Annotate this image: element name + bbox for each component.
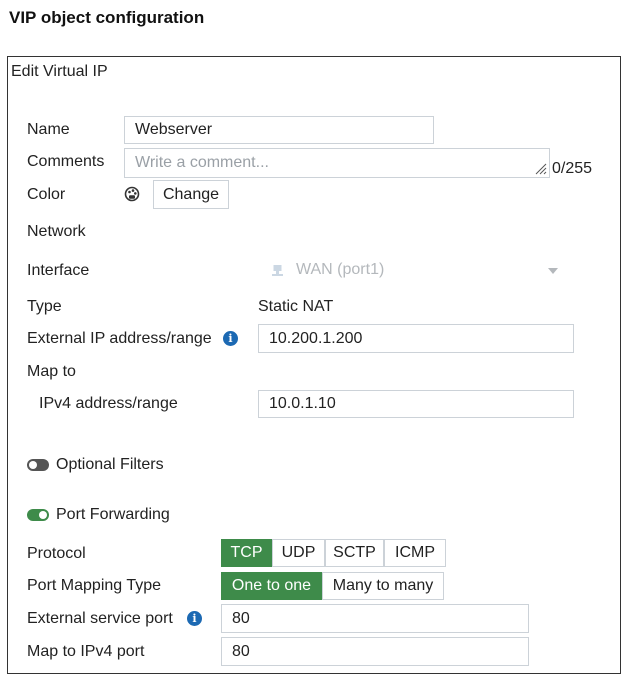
color-label: Color (27, 186, 66, 203)
name-input[interactable]: Webserver (124, 116, 434, 144)
name-label: Name (27, 121, 70, 138)
external-ip-value: 10.200.1.200 (269, 329, 363, 347)
protocol-sctp-button[interactable]: SCTP (325, 539, 384, 567)
map-to-ipv4-port-input[interactable]: 80 (221, 637, 529, 666)
panel-title: Edit Virtual IP (11, 63, 108, 80)
comments-counter: 0/255 (552, 160, 593, 177)
info-icon[interactable]: i (223, 331, 238, 346)
comments-textarea[interactable]: Write a comment... (124, 148, 550, 178)
comments-placeholder: Write a comment... (135, 154, 269, 171)
network-heading: Network (27, 223, 86, 240)
many-to-many-button[interactable]: Many to many (322, 572, 444, 600)
external-service-port-input[interactable]: 80 (221, 604, 529, 633)
interface-value: WAN (port1) (296, 261, 385, 278)
optional-filters-toggle[interactable] (27, 459, 49, 471)
interface-label: Interface (27, 262, 90, 279)
port-mapping-type-label: Port Mapping Type (27, 577, 162, 594)
comments-label: Comments (27, 153, 105, 170)
ipv4-range-label: IPv4 address/range (39, 395, 178, 412)
map-to-ipv4-port-label: Map to IPv4 port (27, 643, 145, 660)
ipv4-range-value: 10.0.1.10 (269, 395, 336, 412)
port-forwarding-label: Port Forwarding (56, 506, 170, 523)
interface-select[interactable]: WAN (port1) (268, 260, 562, 282)
page-title: VIP object configuration (9, 8, 205, 27)
protocol-tcp-button[interactable]: TCP (221, 539, 272, 567)
change-color-button[interactable]: Change (153, 180, 229, 209)
external-ip-label: External IP address/range (27, 330, 212, 347)
protocol-label: Protocol (27, 545, 86, 562)
resize-handle-icon[interactable] (533, 161, 547, 175)
optional-filters-label: Optional Filters (56, 456, 164, 473)
external-service-port-value: 80 (232, 609, 250, 627)
external-ip-input[interactable]: 10.200.1.200 (258, 324, 574, 353)
port-forwarding-toggle[interactable] (27, 509, 49, 521)
external-service-port-label: External service port (27, 610, 173, 627)
interface-icon (272, 265, 283, 276)
map-to-heading: Map to (27, 363, 76, 380)
chevron-down-icon (548, 268, 558, 274)
one-to-one-button[interactable]: One to one (221, 572, 322, 600)
ipv4-range-input[interactable]: 10.0.1.10 (258, 390, 574, 418)
map-to-ipv4-port-value: 80 (232, 642, 250, 660)
protocol-icmp-button[interactable]: ICMP (384, 539, 446, 567)
name-input-value: Webserver (135, 121, 213, 138)
info-icon[interactable]: i (187, 611, 202, 626)
type-label: Type (27, 298, 62, 315)
protocol-udp-button[interactable]: UDP (272, 539, 325, 567)
type-value: Static NAT (258, 298, 334, 315)
edit-virtual-ip-panel: Edit Virtual IP Name Webserver Comments … (7, 56, 621, 674)
palette-icon (124, 186, 140, 202)
